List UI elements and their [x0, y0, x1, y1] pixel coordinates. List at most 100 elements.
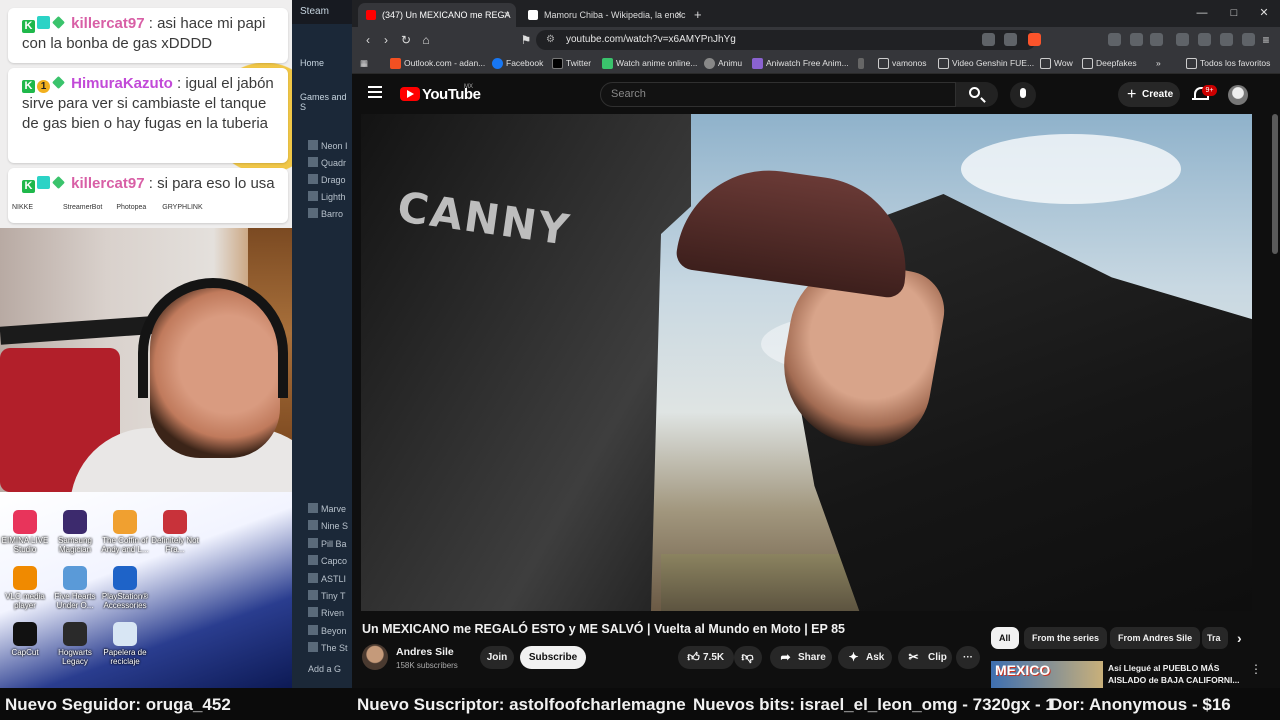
- desktop-icon[interactable]: CapCut: [0, 622, 50, 657]
- desktop-icon[interactable]: Samsung Magician: [50, 510, 100, 554]
- desktop-icon[interactable]: The Coffin of Andy and L...: [100, 510, 150, 554]
- bookmark-folder[interactable]: Video Genshin FUE...: [938, 56, 1034, 71]
- steam-game-item[interactable]: Tiny T: [308, 590, 346, 601]
- suggestion-menu-icon[interactable]: ⋮: [1250, 662, 1262, 676]
- steam-game-item[interactable]: Beyon: [308, 625, 347, 636]
- suggested-video-thumbnail[interactable]: MEXICO: [991, 661, 1103, 688]
- join-button[interactable]: Join: [480, 646, 514, 669]
- app-icon: [63, 566, 87, 590]
- desktop-icon[interactable]: VLC media player: [0, 566, 50, 610]
- apps-icon[interactable]: ▦: [360, 56, 368, 71]
- steam-game-item[interactable]: Quadr: [308, 157, 346, 168]
- steam-game-item[interactable]: Neon I: [308, 140, 348, 151]
- chip-from-series[interactable]: From the series: [1024, 627, 1108, 649]
- ask-button[interactable]: ✦ Ask: [838, 646, 892, 669]
- menu-icon[interactable]: ≡: [1258, 32, 1274, 48]
- channel-avatar[interactable]: [362, 644, 388, 670]
- suggested-video-title[interactable]: Así Llegué al PUEBLO MÁS AISLADO de BAJA…: [1108, 662, 1248, 686]
- chip-all[interactable]: All: [991, 627, 1019, 649]
- bookmark-item[interactable]: [858, 56, 868, 71]
- guide-menu-icon[interactable]: [368, 86, 382, 98]
- search-button[interactable]: [956, 82, 998, 107]
- bookmark-item[interactable]: Twitter: [552, 56, 591, 71]
- forward-icon[interactable]: ›: [378, 32, 394, 48]
- steam-game-item[interactable]: Barro: [308, 208, 343, 219]
- share-button[interactable]: ➦ Share: [770, 646, 832, 669]
- bookmark-folder[interactable]: vamonos: [878, 56, 927, 71]
- stream-event-ticker: Nuevo Seguidor: oruga_452 Nuevo Suscript…: [0, 688, 1280, 720]
- more-bookmarks-icon[interactable]: »: [1156, 56, 1161, 71]
- sidebar-icon[interactable]: [1198, 33, 1211, 46]
- bookmark-item[interactable]: Watch anime online...: [602, 56, 697, 71]
- dislike-button[interactable]: 👎︎: [734, 646, 762, 669]
- reload-icon[interactable]: ↻: [398, 32, 414, 48]
- bookmark-item[interactable]: Aniwatch Free Anim...: [752, 56, 849, 71]
- desktop-icon[interactable]: Five Hearts Under O...: [50, 566, 100, 610]
- brave-shield-icon[interactable]: [1028, 33, 1041, 46]
- scissors-icon: ✂: [908, 650, 919, 664]
- all-bookmarks-folder[interactable]: Todos los favoritos: [1186, 56, 1270, 71]
- video-player[interactable]: CANNY: [361, 114, 1252, 611]
- bookmark-folder[interactable]: Wow: [1040, 56, 1073, 71]
- steam-game-item[interactable]: The St: [308, 642, 348, 653]
- vpn-icon[interactable]: [1242, 33, 1255, 46]
- chat-username: killercat97: [71, 175, 145, 192]
- more-actions-icon[interactable]: ···: [956, 646, 980, 669]
- tab-wikipedia[interactable]: Mamoru Chiba - Wikipedia, la encic ×: [520, 3, 688, 27]
- page-scrollbar[interactable]: [1272, 114, 1278, 254]
- youtube-logo-icon[interactable]: [400, 87, 420, 101]
- chat-message: K1 HimuraKazuto : igual el jabón sirve p…: [8, 68, 288, 163]
- desktop-icon[interactable]: PlayStation® Accessories: [100, 566, 150, 610]
- site-info-icon[interactable]: ⚙: [546, 30, 555, 50]
- channel-name[interactable]: Andres Sile: [396, 646, 454, 658]
- home-icon[interactable]: ⌂: [418, 32, 434, 48]
- steam-game-item[interactable]: Pill Ba: [308, 538, 347, 549]
- like-button[interactable]: 👍︎ 7.5K: [678, 646, 734, 669]
- search-input[interactable]: Search: [600, 82, 956, 107]
- desktop-icon[interactable]: Papelera de reciclaje: [100, 622, 150, 666]
- desktop-icon[interactable]: Definitely Not Fra...: [150, 510, 200, 554]
- app-icon: [63, 622, 87, 646]
- wallet-icon[interactable]: [1220, 33, 1233, 46]
- close-window-icon[interactable]: ✕: [1248, 0, 1280, 27]
- url-field[interactable]: ⚙ youtube.com/watch?v=x6AMYPnJhYg: [536, 30, 1036, 50]
- steam-game-item[interactable]: Riven: [308, 607, 344, 618]
- steam-game-item[interactable]: Marve: [308, 503, 346, 514]
- bookmark-icon[interactable]: ⚑: [518, 32, 534, 48]
- maximize-icon[interactable]: □: [1218, 0, 1250, 27]
- clip-button[interactable]: ✂ Clip: [898, 646, 952, 669]
- subscribe-button[interactable]: Subscribe: [520, 646, 586, 669]
- extension-icon[interactable]: [1130, 33, 1143, 46]
- steam-game-item[interactable]: ASTLI: [308, 573, 346, 584]
- extension-icon[interactable]: [1150, 33, 1163, 46]
- install-icon[interactable]: [982, 33, 995, 46]
- voice-search-icon[interactable]: [1010, 82, 1036, 108]
- new-tab-button[interactable]: +: [688, 3, 712, 27]
- bookmark-item[interactable]: Facebook: [492, 56, 543, 71]
- close-tab-icon[interactable]: ×: [676, 3, 682, 27]
- account-avatar[interactable]: [1228, 85, 1248, 105]
- steam-game-item[interactable]: Lighth: [308, 191, 346, 202]
- chip-from-channel[interactable]: From Andres Sile: [1110, 627, 1201, 649]
- steam-game-item[interactable]: Drago: [308, 174, 346, 185]
- tab-youtube[interactable]: (347) Un MEXICANO me REGA ×: [358, 3, 516, 27]
- back-icon[interactable]: ‹: [360, 32, 376, 48]
- minimize-icon[interactable]: —: [1186, 0, 1218, 27]
- desktop-icon[interactable]: Hogwarts Legacy: [50, 622, 100, 666]
- chevron-right-icon[interactable]: ›: [1232, 627, 1247, 649]
- steam-add-game[interactable]: Add a G: [308, 664, 341, 674]
- steam-home-link[interactable]: Home: [300, 58, 324, 68]
- share-page-icon[interactable]: [1004, 33, 1017, 46]
- music-icon[interactable]: [1176, 33, 1189, 46]
- create-button[interactable]: Create: [1118, 82, 1180, 107]
- chip-more[interactable]: Tra: [1202, 627, 1228, 649]
- bookmark-item[interactable]: Outlook.com - adan...: [390, 56, 485, 71]
- close-tab-icon[interactable]: ×: [504, 3, 510, 27]
- steam-game-item[interactable]: Capco: [308, 555, 347, 566]
- desktop-icon[interactable]: EIMINA LIVE Studio: [0, 510, 50, 554]
- subscriber-badge-icon: [37, 16, 50, 29]
- extension-icon[interactable]: [1108, 33, 1121, 46]
- bookmark-folder[interactable]: Deepfakes: [1082, 56, 1137, 71]
- steam-game-item[interactable]: Nine S: [308, 520, 348, 531]
- bookmark-item[interactable]: Animu: [704, 56, 742, 71]
